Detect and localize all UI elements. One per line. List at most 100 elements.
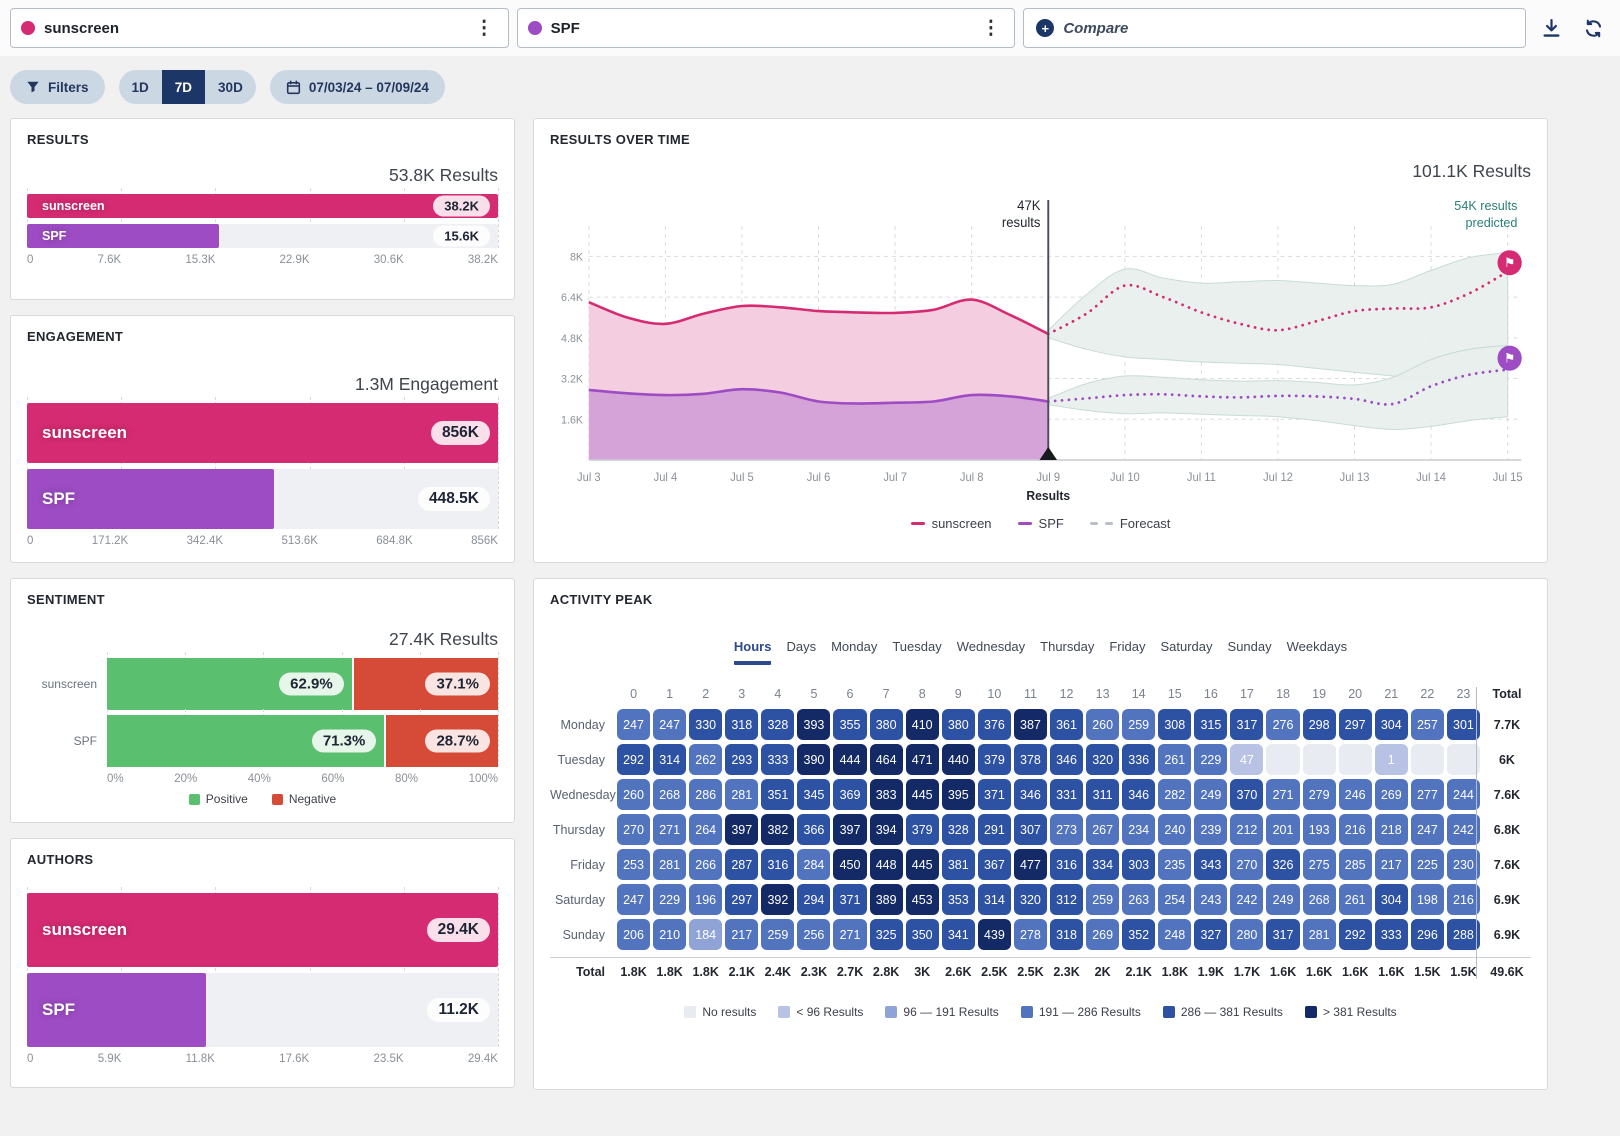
legend-item-spf[interactable]: SPF (1018, 516, 1064, 531)
svg-text:Jul 15: Jul 15 (1493, 472, 1523, 484)
hour-header: 21 (1375, 687, 1408, 705)
heatmap-cell: 355 (833, 709, 866, 740)
row-total: 7.7K (1483, 718, 1531, 732)
bar-label: SPF (42, 1000, 75, 1020)
query-box-spf[interactable]: SPF ⋮ (517, 8, 1016, 48)
heatmap-cell: 254 (1158, 884, 1191, 915)
kebab-menu-icon[interactable]: ⋮ (977, 19, 1004, 38)
legend-label: 191 — 286 Results (1039, 1005, 1141, 1019)
x-axis-labels: 0%20%40%60%80%100% (107, 773, 498, 785)
tab-thursday[interactable]: Thursday (1040, 639, 1094, 665)
heatmap-cell: 397 (833, 814, 866, 845)
results-over-time-chart[interactable]: 8K6.4K4.8K3.2K1.6K47Kresults54K resultsp… (550, 184, 1531, 516)
query-color-dot (21, 21, 35, 35)
heatmap-cell: 284 (797, 849, 830, 880)
refresh-icon[interactable] (1576, 11, 1610, 45)
legend-item-forecast[interactable]: Forecast (1090, 516, 1171, 531)
tab-friday[interactable]: Friday (1109, 639, 1145, 665)
day-label: Wednesday (550, 788, 614, 802)
legend-label: > 381 Results (1323, 1005, 1397, 1019)
heatmap-cell: 312 (1050, 884, 1083, 915)
heatmap-cell: 267 (1086, 814, 1119, 845)
legend-item: No results (684, 1005, 756, 1019)
axis-tick: 342.4K (187, 535, 223, 547)
heatmap-cell: 277 (1411, 779, 1444, 810)
heatmap-cell: 366 (797, 814, 830, 845)
hour-header: 16 (1194, 687, 1227, 705)
bar-label: SPF (42, 229, 66, 243)
legend-item: > 381 Results (1305, 1005, 1397, 1019)
heatmap-cell: 293 (725, 744, 758, 775)
heatmap-cell: 369 (833, 779, 866, 810)
heatmap-cell: 371 (978, 779, 1011, 810)
heatmap-cell: 225 (1411, 849, 1444, 880)
sentiment-value-badge: 71.3% (312, 730, 377, 753)
legend-swatch (272, 794, 283, 805)
filters-button[interactable]: Filters (10, 70, 105, 104)
gridline (498, 397, 499, 529)
tab-weekdays[interactable]: Weekdays (1287, 639, 1347, 665)
panel-title: RESULTS OVER TIME (550, 132, 1531, 147)
axis-tick: 60% (321, 773, 344, 785)
tab-tuesday[interactable]: Tuesday (892, 639, 941, 665)
axis-tick: 0% (107, 773, 124, 785)
heatmap-cell: 395 (942, 779, 975, 810)
date-range-picker[interactable]: 07/03/24 – 07/09/24 (270, 70, 445, 104)
column-total: 2K (1086, 965, 1119, 979)
heatmap-cell: 315 (1194, 709, 1227, 740)
tab-days[interactable]: Days (786, 639, 816, 665)
bar-spf: SPF15.6K (27, 224, 498, 248)
results-over-time-panel: RESULTS OVER TIME 101.1K Results 8K6.4K4… (533, 118, 1548, 563)
compare-label: Compare (1063, 20, 1128, 37)
tab-sunday[interactable]: Sunday (1228, 639, 1272, 665)
grand-total: 49.6K (1483, 965, 1531, 979)
heatmap-cell: 239 (1194, 814, 1227, 845)
heatmap-cell: 229 (1194, 744, 1227, 775)
heatmap-cell: 440 (942, 744, 975, 775)
x-axis-labels: 0171.2K342.4K513.6K684.8K856K (27, 535, 498, 547)
legend-label: Forecast (1120, 516, 1171, 531)
heatmap-cell: 276 (1266, 709, 1299, 740)
svg-text:Jul 5: Jul 5 (730, 472, 754, 484)
results-bar-chart: sunscreen38.2KSPF15.6K07.6K15.3K22.9K30.… (27, 194, 498, 266)
svg-text:3.2K: 3.2K (561, 373, 584, 385)
legend-label: Positive (206, 792, 248, 806)
panel-title: ENGAGEMENT (27, 329, 498, 344)
heatmap-cell: 296 (1411, 919, 1444, 950)
legend-label: 96 — 191 Results (903, 1005, 998, 1019)
sentiment-rows: sunscreen62.9%37.1%SPF71.3%28.7% (27, 658, 498, 767)
heatmap-cell: 317 (1230, 709, 1263, 740)
plus-circle-icon: + (1036, 19, 1054, 37)
svg-text:Jul 14: Jul 14 (1416, 472, 1446, 484)
axis-tick: 11.8K (186, 1053, 215, 1065)
day-label: Tuesday (550, 753, 614, 767)
row-total: 6.9K (1483, 893, 1531, 907)
tab-saturday[interactable]: Saturday (1160, 639, 1212, 665)
row-total: 7.6K (1483, 788, 1531, 802)
panel-total: 101.1K Results (550, 161, 1531, 182)
hour-header: 6 (833, 687, 866, 705)
column-total: 2.1K (1122, 965, 1155, 979)
activity-peak-panel: ACTIVITY PEAK HoursDaysMondayTuesdayWedn… (533, 578, 1548, 1090)
heatmap-cell: 477 (1014, 849, 1047, 880)
legend-item[interactable]: Positive (189, 792, 248, 806)
query-box-sunscreen[interactable]: sunscreen ⋮ (10, 8, 509, 48)
kebab-menu-icon[interactable]: ⋮ (471, 19, 498, 38)
tab-wednesday[interactable]: Wednesday (957, 639, 1025, 665)
gridline (498, 709, 499, 767)
legend-item-sunscreen[interactable]: sunscreen (911, 516, 992, 531)
download-icon[interactable] (1534, 11, 1568, 45)
range-7d[interactable]: 7D (162, 70, 205, 104)
tab-hours[interactable]: Hours (734, 639, 772, 665)
range-30d[interactable]: 30D (205, 70, 256, 104)
svg-text:Jul 6: Jul 6 (807, 472, 831, 484)
range-1d[interactable]: 1D (119, 70, 162, 104)
hour-header: 19 (1303, 687, 1336, 705)
svg-text:Jul 4: Jul 4 (654, 472, 678, 484)
heatmap-cell: 261 (1158, 744, 1191, 775)
compare-button[interactable]: + Compare (1023, 8, 1526, 48)
day-label: Saturday (550, 893, 614, 907)
heatmap-cell: 273 (1050, 814, 1083, 845)
legend-item[interactable]: Negative (272, 792, 336, 806)
tab-monday[interactable]: Monday (831, 639, 877, 665)
